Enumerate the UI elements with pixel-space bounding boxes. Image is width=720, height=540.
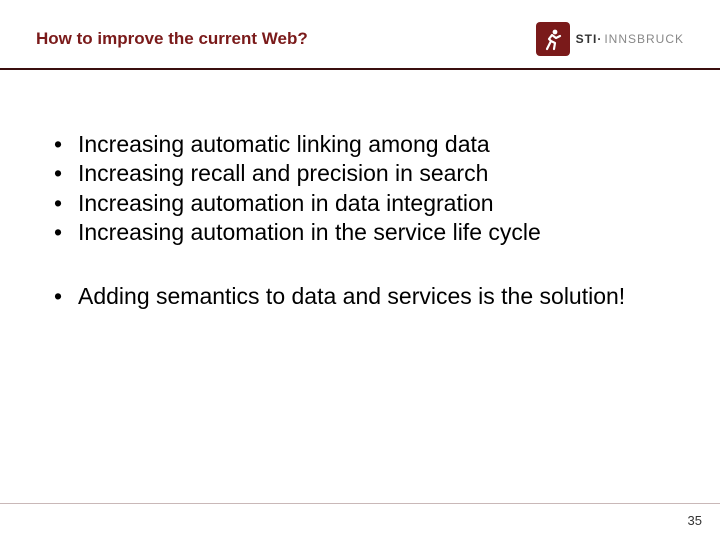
list-item: Increasing automation in the service lif… xyxy=(48,218,672,247)
page-number: 35 xyxy=(688,513,702,528)
logo-dot: · xyxy=(597,32,602,46)
list-item: Increasing recall and precision in searc… xyxy=(48,159,672,188)
logo: STI·INNSBRUCK xyxy=(536,22,684,56)
logo-text: STI·INNSBRUCK xyxy=(576,32,684,46)
slide-title: How to improve the current Web? xyxy=(36,29,308,49)
slide: How to improve the current Web? STI·INNS… xyxy=(0,0,720,540)
list-item: Increasing automatic linking among data xyxy=(48,130,672,159)
slide-content: Increasing automatic linking among data … xyxy=(0,70,720,311)
slide-header: How to improve the current Web? STI·INNS… xyxy=(0,0,720,68)
list-item: Adding semantics to data and services is… xyxy=(48,282,672,311)
logo-brand-bold: STI xyxy=(576,32,598,46)
list-item: Increasing automation in data integratio… xyxy=(48,189,672,218)
bullet-list-2: Adding semantics to data and services is… xyxy=(48,282,672,311)
bullet-list-1: Increasing automatic linking among data … xyxy=(48,130,672,248)
logo-brand-light: INNSBRUCK xyxy=(604,32,684,46)
runner-icon xyxy=(541,27,565,51)
spacer xyxy=(48,248,672,282)
logo-mark-icon xyxy=(536,22,570,56)
footer-rule xyxy=(0,503,720,504)
